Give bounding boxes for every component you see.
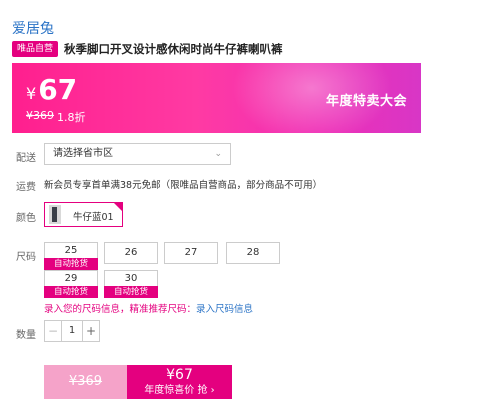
color-label: 颜色 bbox=[16, 213, 36, 224]
selected-corner-icon bbox=[113, 202, 123, 212]
size-value: 27 bbox=[184, 247, 198, 258]
minus-button[interactable]: − bbox=[45, 321, 61, 341]
shipping-info: 新会员专享首单满38元免邮（限唯品自营商品，部分商品不可用） bbox=[44, 180, 323, 191]
size-option-30[interactable]: 30 自动抢货 bbox=[104, 270, 158, 298]
buy-old-price: ¥369 bbox=[44, 365, 127, 399]
size-value: 25 bbox=[64, 245, 78, 256]
size-label: 尺码 bbox=[16, 252, 36, 263]
size-value: 28 bbox=[246, 247, 260, 258]
size-option-27[interactable]: 27 bbox=[164, 242, 218, 264]
buy-price: ¥67 bbox=[166, 367, 193, 383]
self-operated-badge: 唯品自营 bbox=[12, 41, 59, 57]
original-price: ¥369 bbox=[26, 109, 54, 122]
size-option-29[interactable]: 29 自动抢货 bbox=[44, 270, 98, 298]
delivery-label: 配送 bbox=[16, 153, 36, 164]
sale-price: ¥ 67 bbox=[26, 73, 77, 106]
currency-symbol: ¥ bbox=[26, 84, 37, 103]
color-option-denim-blue[interactable]: 牛仔蓝01 bbox=[44, 202, 123, 227]
product-title-row: 唯品自营 秋季脚口开叉设计感休闲时尚牛仔裤喇叭裤 bbox=[12, 41, 283, 57]
enter-size-link[interactable]: 录入尺码信息 bbox=[196, 304, 253, 315]
auto-grab-tag: 自动抢货 bbox=[104, 286, 158, 298]
region-placeholder: 请选择省市区 bbox=[53, 148, 113, 159]
product-title: 秋季脚口开叉设计感休闲时尚牛仔裤喇叭裤 bbox=[64, 42, 283, 56]
size-option-25[interactable]: 25 自动抢货 bbox=[44, 242, 98, 270]
sale-price-value: 67 bbox=[38, 73, 78, 106]
price-subline: ¥369 1.8折 bbox=[26, 109, 86, 125]
size-option-28[interactable]: 28 bbox=[226, 242, 280, 264]
size-hint-text: 录入您的尺码信息，精准推荐尺码： bbox=[44, 304, 197, 315]
region-select[interactable]: 请选择省市区 ⌄ bbox=[44, 143, 231, 165]
shipping-label: 运费 bbox=[16, 182, 36, 193]
discount-text: 1.8折 bbox=[57, 111, 86, 124]
size-value: 26 bbox=[124, 247, 138, 258]
plus-button[interactable]: + bbox=[83, 321, 99, 341]
buy-now-area[interactable]: ¥67 年度惊喜价 抢 › bbox=[127, 365, 232, 399]
quantity-stepper: − 1 + bbox=[44, 320, 100, 342]
quantity-label: 数量 bbox=[16, 330, 36, 341]
brand-name[interactable]: 爱居兔 bbox=[12, 18, 54, 38]
size-option-26[interactable]: 26 bbox=[104, 242, 158, 264]
quantity-input[interactable]: 1 bbox=[61, 321, 83, 341]
price-banner: ¥ 67 ¥369 1.8折 年度特卖大会 bbox=[12, 63, 421, 133]
chevron-down-icon: ⌄ bbox=[214, 149, 222, 159]
size-hint: 录入您的尺码信息，精准推荐尺码：录入尺码信息 bbox=[44, 301, 253, 315]
buy-action-text: 年度惊喜价 抢 › bbox=[144, 385, 215, 396]
size-value: 29 bbox=[64, 273, 78, 284]
event-title: 年度特卖大会 bbox=[325, 94, 407, 109]
auto-grab-tag: 自动抢货 bbox=[44, 258, 98, 270]
auto-grab-tag: 自动抢货 bbox=[44, 286, 98, 298]
size-value: 30 bbox=[124, 273, 138, 284]
color-thumbnail bbox=[49, 205, 61, 224]
buy-button[interactable]: ¥369 ¥67 年度惊喜价 抢 › bbox=[44, 365, 232, 399]
color-option-label: 牛仔蓝01 bbox=[73, 212, 114, 223]
